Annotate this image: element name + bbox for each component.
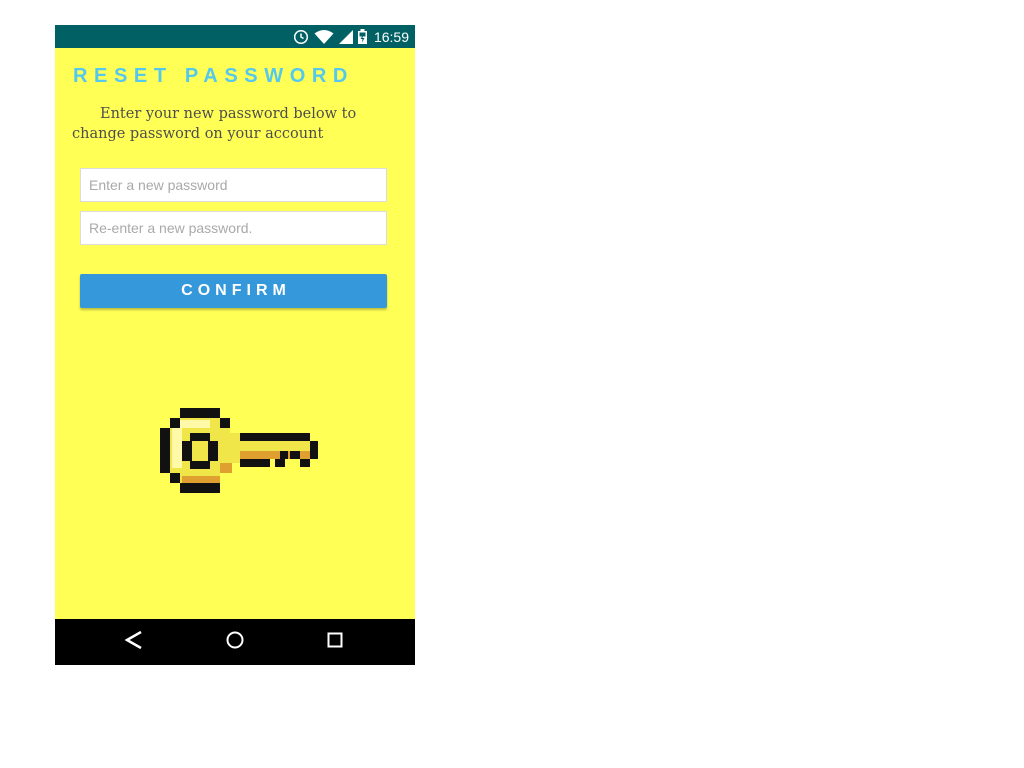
battery-charging-icon bbox=[357, 29, 367, 44]
new-password-input[interactable] bbox=[80, 168, 387, 202]
cell-signal-icon bbox=[338, 29, 353, 44]
status-bar: 16:59 bbox=[55, 25, 415, 48]
confirm-button[interactable]: CONFIRM bbox=[80, 274, 387, 308]
phone-screen: 16:59 RESET PASSWORD Enter your new pass… bbox=[55, 25, 415, 665]
back-button[interactable] bbox=[104, 619, 164, 665]
status-time: 16:59 bbox=[373, 28, 409, 45]
navigation-bar bbox=[55, 619, 415, 665]
description-text: Enter your new password below to change … bbox=[72, 106, 357, 142]
recent-apps-button[interactable] bbox=[305, 619, 365, 665]
pixel-key-icon bbox=[160, 408, 320, 502]
alarm-clock-icon bbox=[293, 29, 309, 45]
recent-apps-icon bbox=[326, 631, 344, 653]
page-title: RESET PASSWORD bbox=[73, 65, 354, 87]
status-icons: 16:59 bbox=[293, 25, 409, 48]
wifi-icon bbox=[314, 29, 334, 45]
confirm-password-input[interactable] bbox=[80, 211, 387, 245]
back-icon bbox=[124, 630, 144, 654]
home-icon bbox=[225, 630, 245, 654]
home-button[interactable] bbox=[205, 619, 265, 665]
